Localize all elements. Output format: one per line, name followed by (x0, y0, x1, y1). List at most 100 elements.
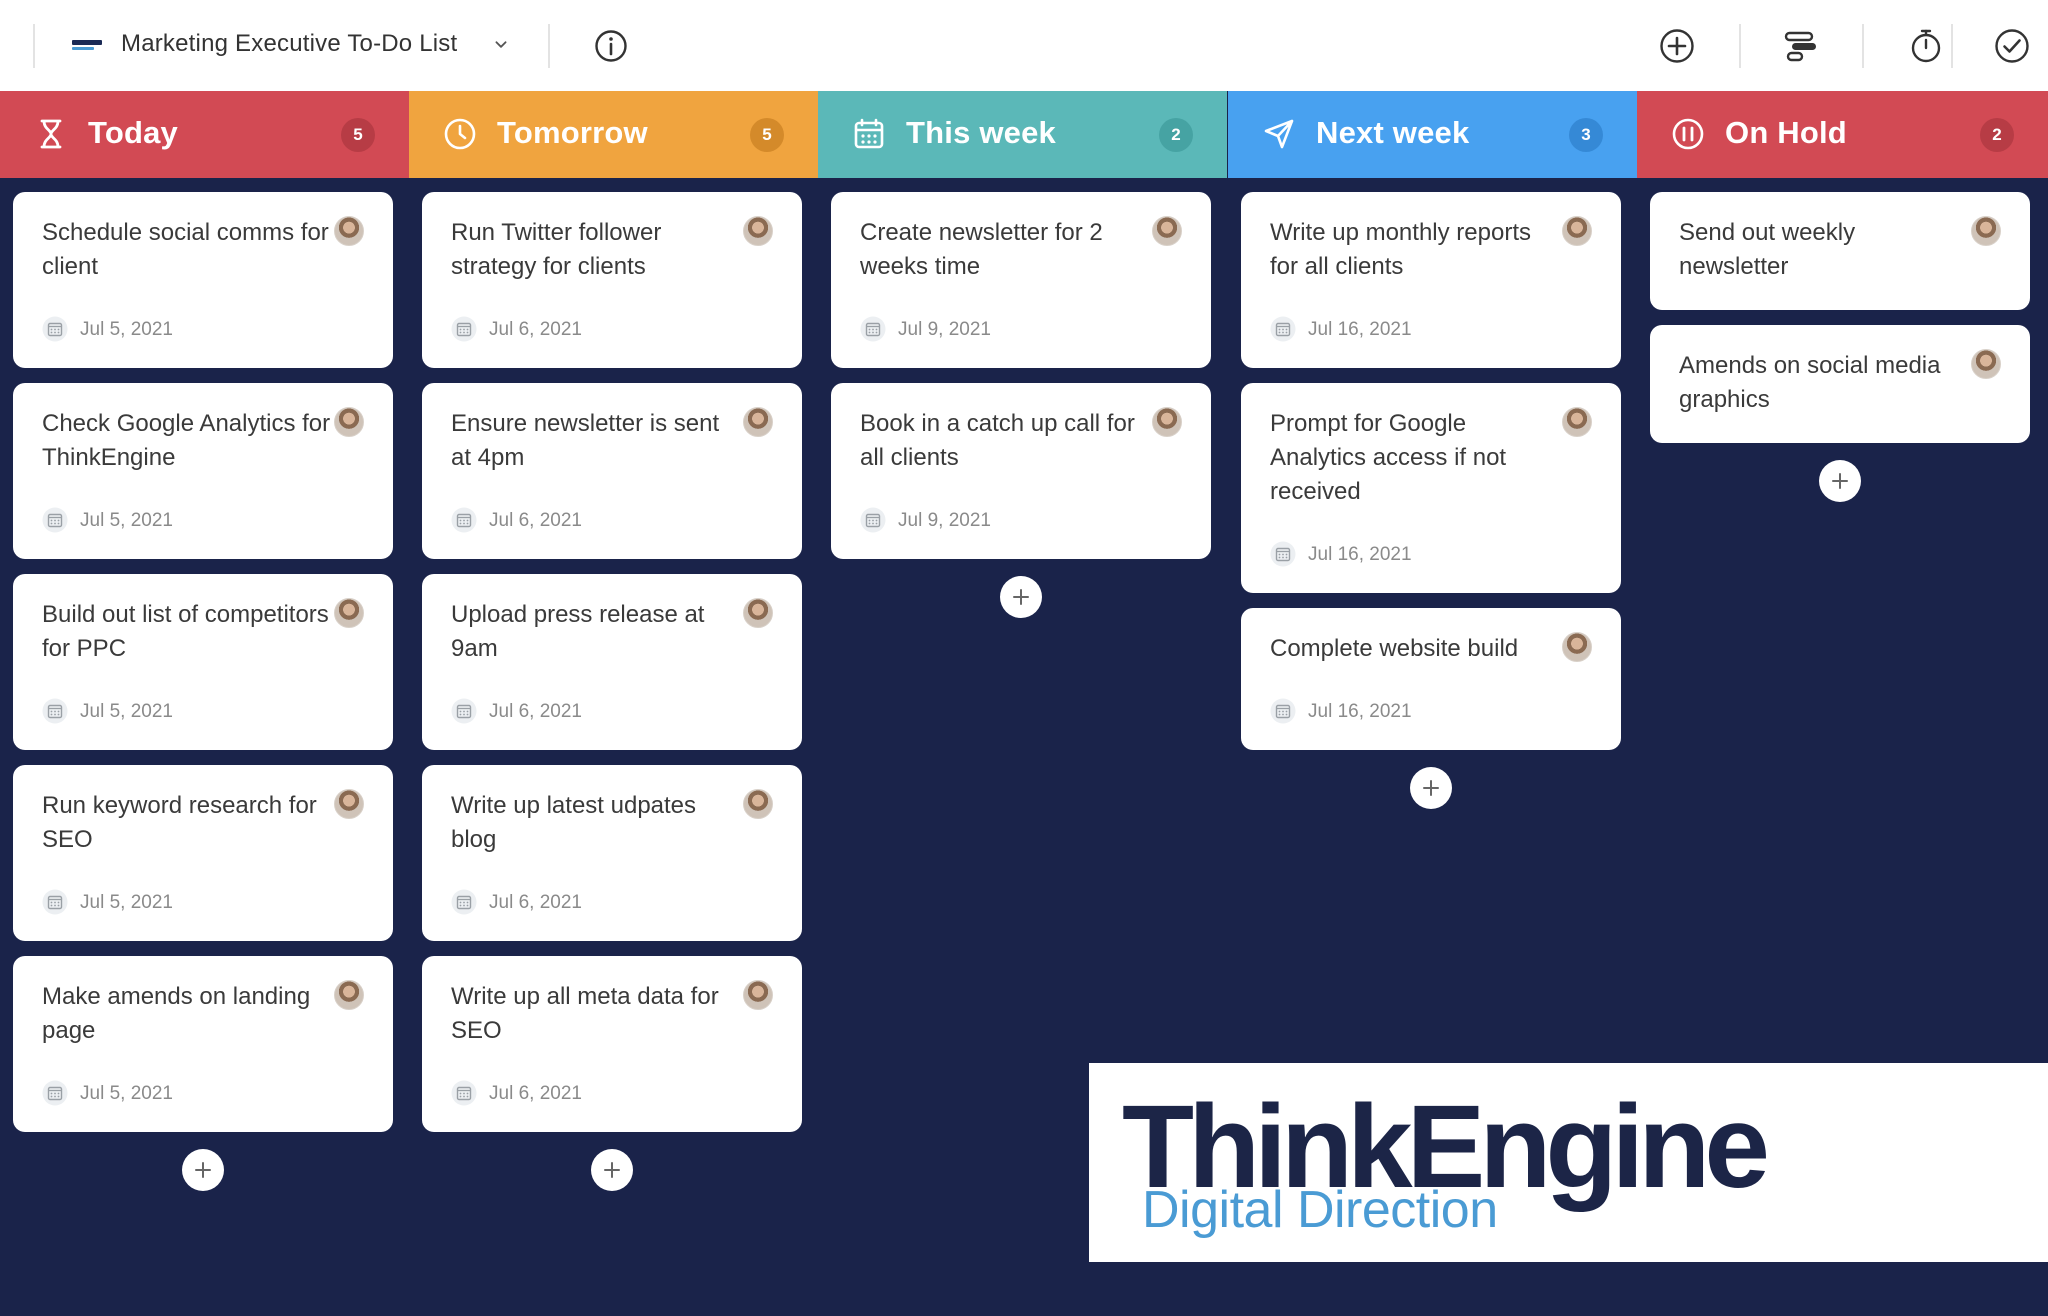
add-card-button[interactable] (1819, 460, 1861, 502)
timeline-icon[interactable] (1783, 27, 1821, 65)
task-title: Write up all meta data for SEO (451, 983, 719, 1044)
column-header[interactable]: Today 5 (0, 91, 409, 178)
airplane-icon (1264, 119, 1294, 149)
column-title: This week (906, 115, 1056, 150)
due-date: Jul 5, 2021 (80, 1083, 173, 1104)
column-header[interactable]: Next week 3 (1228, 91, 1637, 178)
due-date: Jul 16, 2021 (1308, 319, 1412, 340)
assignee-avatar[interactable] (1971, 216, 2001, 246)
add-circle-icon[interactable] (1658, 27, 1696, 65)
info-icon[interactable] (594, 29, 628, 63)
assignee-avatar[interactable] (743, 598, 773, 628)
task-title: Book in a catch up call for all clients (860, 410, 1135, 471)
calendar-icon (42, 698, 68, 724)
assignee-avatar[interactable] (1562, 407, 1592, 437)
task-card[interactable]: Create newsletter for 2 weeks time Jul 9,… (831, 192, 1211, 368)
task-card[interactable]: Write up latest udpates blog Jul 6, 2021 (422, 765, 802, 941)
due-date: Jul 16, 2021 (1308, 701, 1412, 722)
card-count-badge: 5 (341, 118, 375, 152)
calendar-icon (451, 316, 477, 342)
add-card-button[interactable] (591, 1149, 633, 1191)
plus-icon (1013, 589, 1029, 605)
task-title: Check Google Analytics for ThinkEngine (42, 410, 331, 471)
calendar-icon (1270, 698, 1296, 724)
assignee-avatar[interactable] (1152, 407, 1182, 437)
add-card-button[interactable] (1000, 576, 1042, 618)
task-card[interactable]: Write up monthly reports for all clients… (1241, 192, 1621, 368)
due-date: Jul 5, 2021 (80, 319, 173, 340)
due-date: Jul 6, 2021 (489, 510, 582, 531)
assignee-avatar[interactable] (743, 407, 773, 437)
plus-icon (195, 1162, 211, 1178)
due-date: Jul 6, 2021 (489, 319, 582, 340)
task-card[interactable]: Make amends on landing page Jul 5, 2021 (13, 956, 393, 1132)
assignee-avatar[interactable] (1562, 632, 1592, 662)
task-card[interactable]: Book in a catch up call for all clients J… (831, 383, 1211, 559)
divider (1862, 24, 1864, 68)
task-card[interactable]: Write up all meta data for SEO Jul 6, 202… (422, 956, 802, 1132)
card-count-badge: 2 (1159, 118, 1193, 152)
plus-icon (1832, 473, 1848, 489)
calendar-icon (860, 507, 886, 533)
due-date: Jul 6, 2021 (489, 701, 582, 722)
task-title: Write up monthly reports for all clients (1270, 219, 1531, 280)
calendar-icon (42, 889, 68, 915)
assignee-avatar[interactable] (334, 216, 364, 246)
board-title[interactable]: Marketing Executive To-Do List (121, 30, 457, 58)
assignee-avatar[interactable] (334, 407, 364, 437)
task-card[interactable]: Prompt for Google Analytics access if no… (1241, 383, 1621, 593)
stopwatch-icon[interactable] (1907, 27, 1945, 65)
due-date: Jul 6, 2021 (489, 892, 582, 913)
calendar-icon (42, 316, 68, 342)
add-card-button[interactable] (1410, 767, 1452, 809)
task-card[interactable]: Schedule social comms for client Jul 5, 2… (13, 192, 393, 368)
column-title: Today (88, 115, 178, 150)
assignee-avatar[interactable] (1152, 216, 1182, 246)
column-header[interactable]: Tomorrow 5 (409, 91, 818, 178)
column-title: On Hold (1725, 115, 1847, 150)
due-date: Jul 16, 2021 (1308, 544, 1412, 565)
task-title: Amends on social media graphics (1679, 352, 1941, 413)
task-title: Make amends on landing page (42, 983, 311, 1044)
task-card[interactable]: Run Twitter follower strategy for client… (422, 192, 802, 368)
assignee-avatar[interactable] (743, 216, 773, 246)
column-title: Next week (1316, 115, 1470, 150)
task-title: Write up latest udpates blog (451, 792, 697, 853)
assignee-avatar[interactable] (1562, 216, 1592, 246)
add-card-button[interactable] (182, 1149, 224, 1191)
calendar-icon (42, 1080, 68, 1106)
calendar-icon (854, 118, 884, 149)
task-card[interactable]: Upload press release at 9am Jul 6, 2021 (422, 574, 802, 750)
task-title: Run keyword research for SEO (42, 792, 317, 853)
assignee-avatar[interactable] (743, 980, 773, 1010)
task-card[interactable]: Ensure newsletter is sent at 4pm Jul 6, 2… (422, 383, 802, 559)
task-card[interactable]: Complete website build Jul 16, 2021 (1241, 608, 1621, 750)
assignee-avatar[interactable] (334, 598, 364, 628)
task-card[interactable]: Check Google Analytics for ThinkEngine Ju… (13, 383, 393, 559)
column-today: Today 5 Schedule social comms for client Ju… (0, 91, 409, 1191)
hourglass-icon (40, 119, 62, 149)
plus-icon (1423, 780, 1439, 796)
divider (1951, 24, 1953, 68)
task-card[interactable]: Build out list of competitors for PPC Jul… (13, 574, 393, 750)
due-date: Jul 9, 2021 (898, 319, 991, 340)
check-circle-icon[interactable] (1993, 27, 2031, 65)
task-card[interactable]: Run keyword research for SEO Jul 5, 2021 (13, 765, 393, 941)
assignee-avatar[interactable] (334, 789, 364, 819)
assignee-avatar[interactable] (334, 980, 364, 1010)
task-card[interactable]: Amends on social media graphics (1650, 325, 2030, 443)
pause-circle-icon (1672, 118, 1704, 150)
chevron-down-icon[interactable] (490, 34, 512, 56)
calendar-icon (451, 507, 477, 533)
due-date: Jul 5, 2021 (80, 510, 173, 531)
assignee-avatar[interactable] (1971, 349, 2001, 379)
task-title: Schedule social comms for client (42, 219, 329, 280)
column-header[interactable]: This week 2 (818, 91, 1227, 178)
assignee-avatar[interactable] (743, 789, 773, 819)
task-title: Send out weekly newsletter (1679, 219, 1856, 280)
due-date: Jul 6, 2021 (489, 1083, 582, 1104)
calendar-icon (1270, 316, 1296, 342)
task-card[interactable]: Send out weekly newsletter (1650, 192, 2030, 310)
column-header[interactable]: On Hold 2 (1637, 91, 2048, 178)
due-date: Jul 5, 2021 (80, 701, 173, 722)
